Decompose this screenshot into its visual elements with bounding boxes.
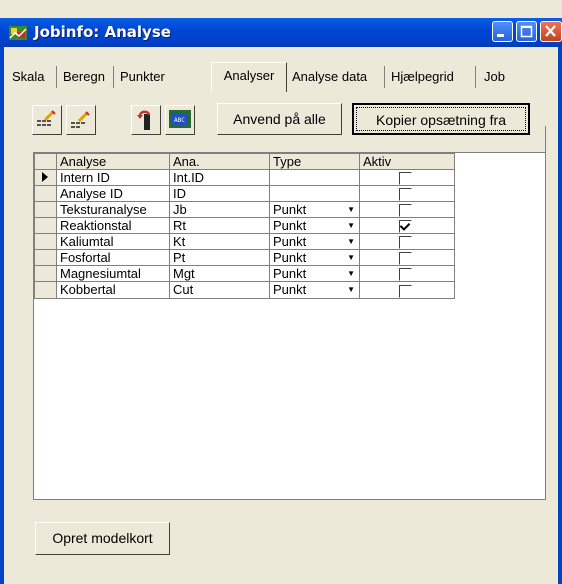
dropdown-arrow-icon[interactable]: ▼ bbox=[347, 218, 355, 233]
cell-ana[interactable]: Jb bbox=[169, 201, 270, 219]
column-header-type[interactable]: Type bbox=[269, 153, 360, 170]
aktiv-checkbox[interactable] bbox=[399, 172, 412, 186]
window: Jobinfo: Analyse Skala Beregn Punkter An… bbox=[0, 0, 562, 584]
table-row[interactable]: Intern ID Int.ID bbox=[34, 168, 455, 187]
cell-analyse[interactable]: Fosfortal bbox=[56, 249, 170, 267]
cell-analyse[interactable]: Reaktionstal bbox=[56, 217, 170, 235]
cell-ana[interactable]: Rt bbox=[169, 217, 270, 235]
maximize-icon bbox=[520, 25, 533, 38]
cell-ana[interactable]: Int.ID bbox=[169, 168, 270, 187]
column-header-aktiv[interactable]: Aktiv bbox=[359, 153, 455, 170]
undo-button[interactable] bbox=[131, 105, 161, 135]
apply-all-button[interactable]: Anvend på alle bbox=[217, 103, 342, 135]
cell-type[interactable] bbox=[269, 185, 360, 203]
table-row[interactable]: Reaktionstal Rt Punkt ▼ bbox=[34, 217, 455, 235]
window-frame-left bbox=[0, 47, 4, 584]
cell-type: Punkt bbox=[273, 202, 307, 218]
cell-analyse[interactable]: Teksturanalyse bbox=[56, 201, 170, 219]
analysis-table: Analyse Ana. Type Aktiv Intern ID Int.ID… bbox=[34, 153, 455, 299]
cell-analyse[interactable]: Magnesiumtal bbox=[56, 265, 170, 283]
create-model-card-label: Opret modelkort bbox=[52, 530, 153, 546]
svg-text:ABC: ABC bbox=[174, 117, 185, 124]
cell-type: Punkt bbox=[273, 282, 307, 298]
tab-job[interactable]: Job bbox=[484, 67, 505, 87]
dropdown-arrow-icon[interactable]: ▼ bbox=[347, 202, 355, 217]
window-title: Jobinfo: Analyse bbox=[34, 23, 171, 41]
aktiv-checkbox[interactable] bbox=[399, 188, 412, 202]
monitor-icon: ABC bbox=[169, 110, 191, 128]
tab-beregn[interactable]: Beregn bbox=[63, 67, 105, 87]
cell-type: Punkt bbox=[273, 266, 307, 282]
cell-ana[interactable]: ID bbox=[169, 185, 270, 203]
cell-ana[interactable]: Kt bbox=[169, 233, 270, 251]
cell-type[interactable] bbox=[269, 168, 360, 187]
close-button[interactable] bbox=[540, 21, 562, 42]
cell-type: Punkt bbox=[273, 250, 307, 266]
table-row[interactable]: Analyse ID ID bbox=[34, 185, 455, 203]
tab-analyse-data[interactable]: Analyse data bbox=[292, 67, 367, 87]
cell-analyse[interactable]: Analyse ID bbox=[56, 185, 170, 203]
dropdown-arrow-icon[interactable]: ▼ bbox=[347, 250, 355, 265]
column-header-ana[interactable]: Ana. bbox=[169, 153, 270, 170]
aktiv-checkbox[interactable] bbox=[399, 252, 412, 266]
close-icon bbox=[545, 25, 556, 37]
table-row[interactable]: Magnesiumtal Mgt Punkt ▼ bbox=[34, 265, 455, 283]
add-column-button[interactable] bbox=[32, 105, 62, 135]
table-row[interactable]: Kobbertal Cut Punkt ▼ bbox=[34, 281, 455, 299]
tab-punkter[interactable]: Punkter bbox=[120, 67, 165, 87]
current-row-indicator-icon bbox=[34, 168, 57, 187]
dropdown-arrow-icon[interactable]: ▼ bbox=[347, 234, 355, 249]
cell-ana[interactable]: Cut bbox=[169, 281, 270, 299]
minimize-icon bbox=[497, 34, 504, 37]
tab-analyser[interactable]: Analyser bbox=[211, 62, 287, 92]
cell-analyse[interactable]: Kaliumtal bbox=[56, 233, 170, 251]
table-row[interactable]: Kaliumtal Kt Punkt ▼ bbox=[34, 233, 455, 251]
column-header-analyse[interactable]: Analyse bbox=[56, 153, 170, 170]
cell-ana[interactable]: Pt bbox=[169, 249, 270, 267]
tab-skala[interactable]: Skala bbox=[12, 67, 45, 87]
aktiv-checkbox[interactable] bbox=[399, 220, 412, 234]
dropdown-arrow-icon[interactable]: ▼ bbox=[347, 282, 355, 297]
maximize-button[interactable] bbox=[516, 21, 537, 42]
copy-setup-button[interactable]: Kopier opsætning fra bbox=[352, 103, 530, 135]
aktiv-checkbox[interactable] bbox=[399, 204, 412, 218]
edit-grid-icon bbox=[37, 110, 56, 126]
tab-bar: Skala Beregn Punkter Analyser Analyse da… bbox=[0, 58, 562, 154]
cell-type: Punkt bbox=[273, 234, 307, 250]
analysis-grid[interactable]: Analyse Ana. Type Aktiv Intern ID Int.ID… bbox=[33, 152, 546, 500]
title-bar[interactable]: Jobinfo: Analyse bbox=[0, 18, 562, 47]
window-frame-right bbox=[558, 47, 562, 584]
minimize-button[interactable] bbox=[492, 21, 513, 42]
cell-ana[interactable]: Mgt bbox=[169, 265, 270, 283]
aktiv-checkbox[interactable] bbox=[399, 284, 412, 298]
edit-column-button[interactable] bbox=[66, 105, 96, 135]
table-row[interactable]: Teksturanalyse Jb Punkt ▼ bbox=[34, 201, 455, 219]
table-header-row: Analyse Ana. Type Aktiv bbox=[34, 153, 455, 170]
aktiv-checkbox[interactable] bbox=[399, 268, 412, 282]
dropdown-arrow-icon[interactable]: ▼ bbox=[347, 266, 355, 281]
cell-analyse[interactable]: Kobbertal bbox=[56, 281, 170, 299]
cell-analyse[interactable]: Intern ID bbox=[56, 168, 170, 187]
edit-grid-icon bbox=[71, 111, 90, 128]
undo-icon bbox=[137, 110, 151, 130]
create-model-card-button[interactable]: Opret modelkort bbox=[35, 522, 170, 555]
cell-type: Punkt bbox=[273, 218, 307, 234]
tab-hjaelpegrid[interactable]: Hjælpegrid bbox=[391, 67, 454, 87]
app-icon bbox=[9, 26, 27, 40]
spellcheck-button[interactable]: ABC bbox=[165, 105, 195, 135]
table-row[interactable]: Fosfortal Pt Punkt ▼ bbox=[34, 249, 455, 267]
aktiv-checkbox[interactable] bbox=[399, 236, 412, 250]
